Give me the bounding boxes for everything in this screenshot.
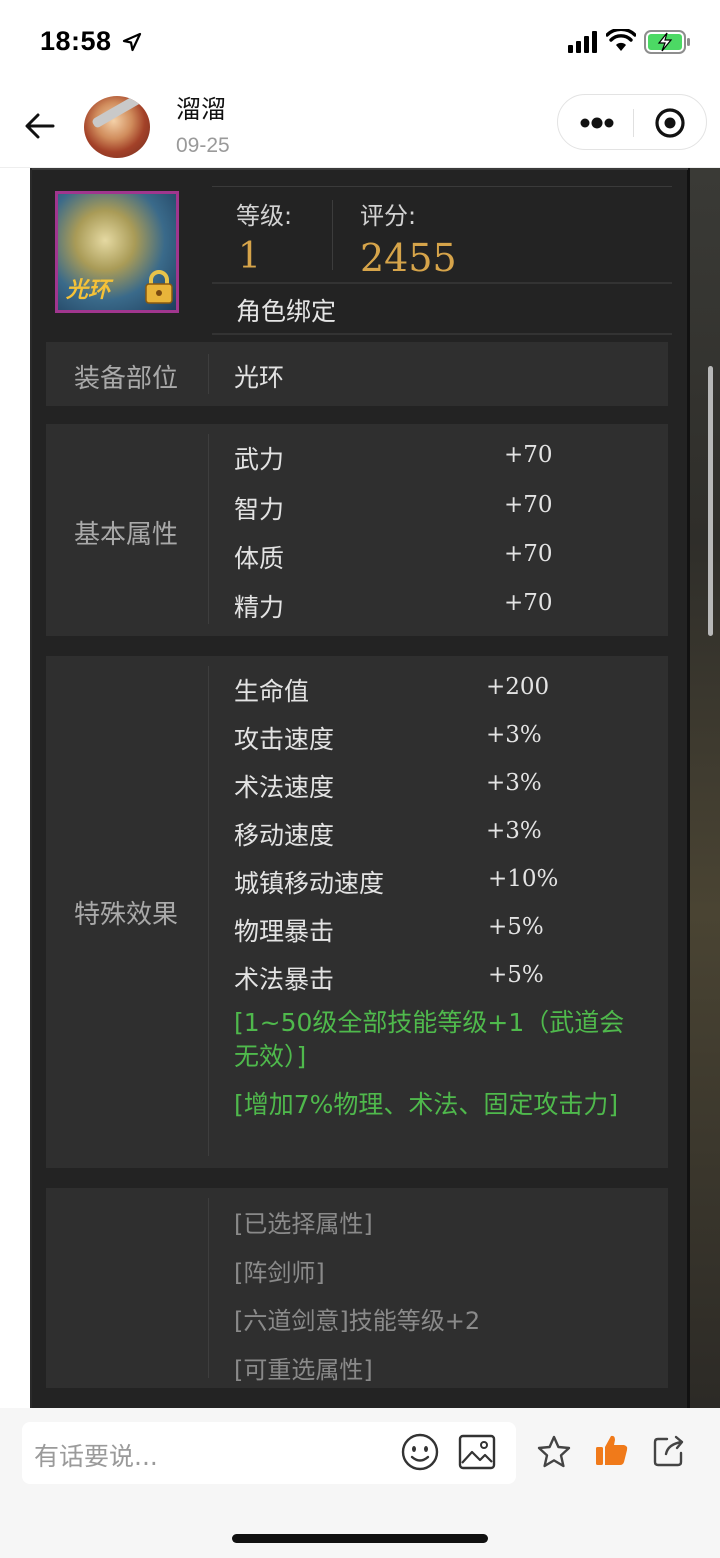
status-bar: 18:58 (0, 0, 720, 86)
selected-attr-line: [六道剑意]技能等级+2 (234, 1307, 481, 1335)
divider-line (212, 186, 672, 187)
battery-charging-icon (644, 30, 690, 54)
wifi-icon (606, 29, 636, 51)
effect-name: 移动速度 (234, 821, 335, 850)
image-upload-icon[interactable] (458, 1433, 496, 1471)
effect-name: 城镇移动速度 (234, 869, 385, 898)
author-avatar[interactable] (84, 96, 150, 158)
attr-value: +70 (504, 590, 553, 616)
basic-attributes-section: 基本属性 武力 +70 智力 +70 体质 +70 精力 +70 (46, 424, 668, 636)
skill-bonus-text: [1~50级全部技能等级+1（武道会无效）] (234, 1008, 625, 1071)
effect-name: 生命值 (234, 677, 310, 706)
post-date: 09-25 (176, 134, 230, 157)
attr-name: 精力 (234, 593, 285, 622)
game-background-strip (686, 168, 720, 1408)
effect-value: +3% (486, 722, 542, 748)
row-divider (208, 666, 209, 1156)
attr-value: +70 (504, 442, 553, 468)
selected-attr-line: [阵剑师] (234, 1259, 325, 1287)
capsule-divider (633, 109, 634, 137)
row-divider (208, 354, 209, 394)
attr-value: +70 (504, 541, 553, 567)
attr-name: 体质 (234, 544, 285, 573)
game-screenshot[interactable]: 光环 等级: 1 评分: 2455 角色绑定 装备部位 光环 基本属性 武力 +… (0, 168, 720, 1408)
selected-attr-line: [已选择属性] (234, 1210, 373, 1238)
comment-placeholder: 有话要说... (34, 1442, 158, 1471)
effect-value: +5% (488, 914, 544, 940)
item-icon-label: 光环 (66, 278, 111, 303)
back-arrow-icon[interactable] (24, 110, 56, 142)
post-header: 溜溜 09-25 (0, 86, 720, 168)
more-dots-icon[interactable] (580, 117, 614, 129)
share-icon[interactable] (652, 1434, 686, 1468)
effect-value: +200 (486, 674, 550, 700)
effect-value: +10% (488, 866, 559, 892)
aura-item-icon: 光环 (55, 191, 179, 313)
special-effects-section: 特殊效果 生命值 +200 攻击速度 +3% 术法速度 +3% 移动速度 +3%… (46, 656, 668, 1168)
effect-name: 术法速度 (234, 773, 335, 802)
row-divider (208, 1198, 209, 1378)
comment-bar: 有话要说... (0, 1408, 720, 1558)
score-value: 2455 (360, 236, 457, 280)
row-divider (208, 434, 209, 624)
location-arrow-icon (122, 32, 142, 52)
item-tooltip-panel: 光环 等级: 1 评分: 2455 角色绑定 装备部位 光环 基本属性 武力 +… (30, 168, 690, 1408)
attr-name: 武力 (234, 445, 285, 474)
divider-line (212, 282, 672, 284)
favorite-star-icon[interactable] (536, 1434, 572, 1470)
level-value: 1 (238, 236, 261, 277)
attr-name: 智力 (234, 495, 285, 524)
close-miniprogram-icon[interactable] (654, 107, 686, 139)
home-indicator[interactable] (232, 1534, 488, 1543)
attr-value: +70 (504, 492, 553, 518)
bind-status: 角色绑定 (236, 297, 337, 326)
panel-top-border (32, 168, 688, 170)
lock-icon (145, 270, 173, 304)
status-time: 18:58 (40, 26, 112, 56)
special-effects-label: 特殊效果 (73, 900, 178, 930)
basic-attributes-label: 基本属性 (73, 520, 178, 550)
equip-slot-row: 装备部位 光环 (46, 342, 668, 406)
author-name[interactable]: 溜溜 (176, 90, 226, 126)
cellular-signal-icon (568, 31, 597, 53)
comment-input[interactable]: 有话要说... (22, 1422, 516, 1484)
stat-divider (332, 200, 333, 270)
effect-value: +5% (488, 962, 544, 988)
effect-name: 物理暴击 (234, 917, 335, 946)
attack-bonus-text: [增加7%物理、术法、固定攻击力] (234, 1090, 619, 1119)
effect-value: +3% (486, 818, 542, 844)
mini-program-capsule (557, 94, 707, 150)
score-label: 评分: (360, 202, 417, 230)
selected-attr-line: [可重选属性] (234, 1356, 373, 1384)
emoji-icon[interactable] (400, 1432, 440, 1472)
equip-slot-value: 光环 (234, 363, 285, 392)
level-label: 等级: (236, 202, 293, 230)
selected-attributes-section: [已选择属性] [阵剑师] [六道剑意]技能等级+2 [可重选属性] (46, 1188, 668, 1388)
divider-line (212, 333, 672, 335)
effect-name: 攻击速度 (234, 725, 335, 754)
effect-name: 术法暴击 (234, 965, 335, 994)
like-thumb-icon[interactable] (594, 1432, 630, 1468)
effect-value: +3% (486, 770, 542, 796)
page-scrollbar[interactable] (708, 366, 713, 636)
equip-slot-label: 装备部位 (73, 364, 178, 394)
